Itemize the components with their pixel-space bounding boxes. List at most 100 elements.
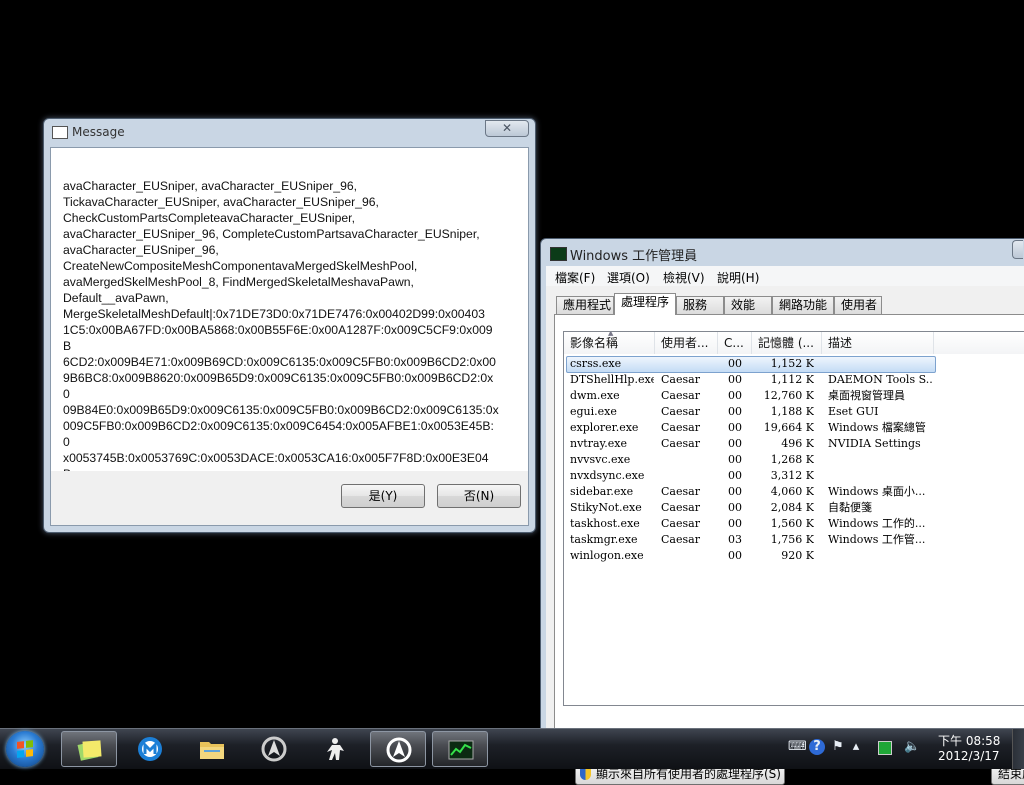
table-row[interactable]: csrss.exe 00 1,152 K [564,356,1024,373]
table-row[interactable]: taskmgr.exe Caesar 03 1,756 K Windows 工作管... [564,532,1024,548]
clock-date[interactable]: 2012/3/17 [938,749,1000,763]
taskbar-game-launcher[interactable] [246,731,302,767]
table-row[interactable]: egui.exe Caesar 00 1,188 K Eset GUI [564,404,1024,420]
task-manager-body: 應用程式 處理程序 服務 效能 網路功能 使用者 ▲ 影像名稱 使用者... C… [546,286,1024,785]
taskbar-sticky-notes[interactable] [61,731,117,767]
tab-applications[interactable]: 應用程式 [556,296,614,314]
cell-cpu: 03 [728,533,742,546]
cell-name: explorer.exe [570,421,639,434]
up-arrow-icon[interactable]: ▴ [848,739,864,755]
cpu-meter-icon[interactable] [878,741,892,755]
message-text: avaCharacter_EUSniper, avaCharacter_EUSn… [63,179,499,513]
cell-cpu: 00 [728,549,742,562]
tab-networking[interactable]: 網路功能 [772,296,834,314]
table-row[interactable]: winlogon.exe 00 920 K [564,548,1024,564]
cell-desc: Windows 桌面小... [828,485,926,498]
cell-name: nvvsvc.exe [570,453,631,466]
tab-performance[interactable]: 效能 [724,296,772,314]
table-row[interactable]: StikyNot.exe Caesar 00 2,084 K 自黏便箋 [564,500,1024,516]
cell-name: egui.exe [570,405,617,418]
cell-name: csrss.exe [570,357,622,370]
window-app-icon [52,126,68,139]
menu-help[interactable]: 說明(H) [717,269,759,286]
cell-cpu: 00 [728,373,742,386]
table-row[interactable]: nvtray.exe Caesar 00 496 K NVIDIA Settings [564,436,1024,452]
cell-mem: 19,664 K [763,421,814,434]
minimize-button[interactable] [1012,240,1023,259]
yes-button[interactable]: 是(Y) [341,484,425,508]
message-client-area: avaCharacter_EUSniper, avaCharacter_EUSn… [50,147,529,526]
uac-shield-icon [580,768,591,780]
keyboard-icon[interactable]: ⌨ [788,739,807,755]
cell-user: Caesar [661,421,700,434]
cell-name: taskhost.exe [570,517,640,530]
maxthon-browser-icon [138,737,162,761]
folder-icon [200,742,224,759]
cell-mem: 1,756 K [770,533,814,546]
cell-desc: Windows 檔案總管 [828,421,926,434]
cell-user: Caesar [661,517,700,530]
column-user[interactable]: 使用者... [655,332,718,354]
ava-game-icon [261,736,287,762]
cell-cpu: 00 [728,405,742,418]
taskbar-counter-strike[interactable] [308,731,364,767]
menu-view[interactable]: 檢視(V) [663,269,705,286]
process-list[interactable]: ▲ 影像名稱 使用者... C... 記憶體 (... 描述 csrss.exe… [563,331,1024,706]
table-row[interactable]: DTShellHlp.exe Caesar 00 1,112 K DAEMON Tool… [564,372,1024,388]
table-row[interactable]: explorer.exe Caesar 00 19,664 K Windows 檔案總管 [564,420,1024,436]
cell-mem: 496 K [781,437,814,450]
cell-name: nvtray.exe [570,437,628,450]
taskbar-maxthon[interactable] [122,731,178,767]
clock-time[interactable]: 下午 08:58 [938,732,1000,749]
windows-logo-icon [17,740,33,758]
message-title-bar[interactable]: Message ✕ [44,119,535,147]
cell-mem: 1,560 K [770,517,814,530]
cell-desc: NVIDIA Settings [828,437,921,450]
cell-mem: 1,112 K [770,373,814,386]
cell-user: Caesar [661,501,700,514]
taskbar-task-manager[interactable] [432,731,488,767]
table-row[interactable]: taskhost.exe Caesar 00 1,560 K Windows 工作的..… [564,516,1024,532]
sort-up-icon: ▲ [608,331,614,337]
task-manager-app-icon [448,740,474,760]
taskbar-explorer[interactable] [184,731,240,767]
tab-services[interactable]: 服務 [676,296,724,314]
table-row[interactable]: nvvsvc.exe 00 1,268 K [564,452,1024,468]
cell-mem: 2,084 K [770,501,814,514]
action-center-icon[interactable]: ⚑ [830,739,846,755]
table-row[interactable]: nvxdsync.exe 00 3,312 K [564,468,1024,484]
cell-user: Caesar [661,405,700,418]
column-image-name[interactable]: ▲ 影像名稱 [564,332,655,354]
menu-options[interactable]: 選項(O) [607,269,650,286]
table-row[interactable]: dwm.exe Caesar 00 12,760 K 桌面視窗管理員 [564,388,1024,404]
cell-desc: Eset GUI [828,405,879,418]
volume-icon[interactable]: 🔈 [904,739,920,755]
column-memory[interactable]: 記憶體 (... [752,332,822,354]
task-manager-window: Windows 工作管理員 檔案(F) 選項(O) 檢視(V) 說明(H) 應用… [540,238,1024,785]
no-button[interactable]: 否(N) [437,484,521,508]
tab-processes[interactable]: 處理程序 [614,293,676,315]
cell-cpu: 00 [728,501,742,514]
taskbar-ava-game[interactable] [370,731,426,767]
cell-mem: 1,268 K [770,453,814,466]
show-desktop-button[interactable] [1012,729,1024,769]
column-cpu[interactable]: C... [718,332,752,354]
task-manager-icon [550,247,567,261]
cell-mem: 4,060 K [770,485,814,498]
cell-desc: Windows 工作的... [828,517,926,530]
cell-desc: Windows 工作管... [828,533,926,546]
tab-users[interactable]: 使用者 [834,296,882,314]
column-description[interactable]: 描述 [822,332,934,354]
cell-desc: 自黏便箋 [828,501,872,514]
cell-name: nvxdsync.exe [570,469,645,482]
cell-name: dwm.exe [570,389,620,402]
menu-file[interactable]: 檔案(F) [555,269,595,286]
help-icon[interactable]: ? [809,739,825,755]
cell-name: winlogon.exe [570,549,644,562]
start-button[interactable] [6,731,44,767]
close-button[interactable]: ✕ [485,120,529,137]
cell-cpu: 00 [728,453,742,466]
task-manager-title: Windows 工作管理員 [570,249,698,264]
table-row[interactable]: sidebar.exe Caesar 00 4,060 K Windows 桌面小... [564,484,1024,500]
cell-name: taskmgr.exe [570,533,638,546]
